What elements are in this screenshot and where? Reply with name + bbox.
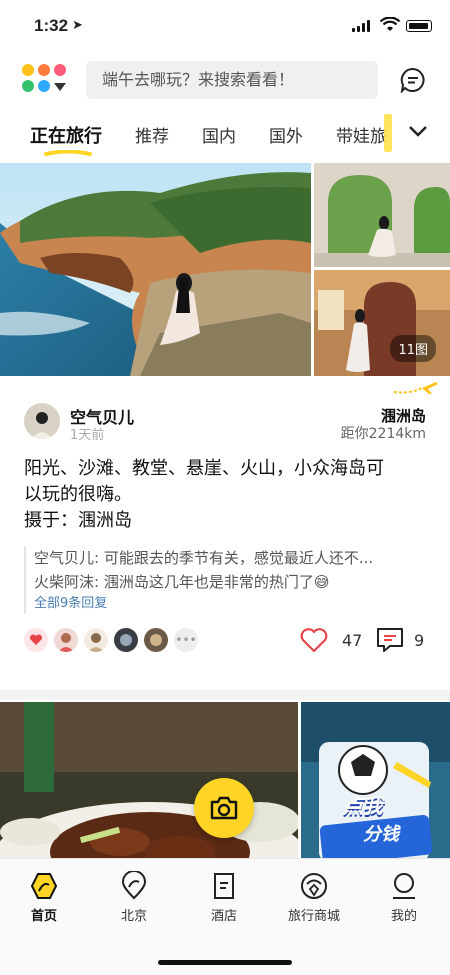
chevron-down-icon[interactable]	[408, 124, 428, 138]
photo-bottom-right[interactable]: 11图	[314, 270, 450, 376]
photo-count-badge: 11图	[390, 335, 436, 362]
photo-top-right[interactable]	[314, 163, 450, 267]
nav-label: 首页	[30, 909, 57, 924]
like-button[interactable]: 47	[300, 627, 362, 653]
post-time: 1天前	[70, 428, 105, 443]
nav-label: 旅行商城	[287, 909, 340, 924]
nav-home[interactable]: 首页	[4, 871, 84, 924]
nav-label: 北京	[120, 909, 147, 924]
avatar[interactable]	[84, 628, 108, 652]
location-arrow-icon: ➤	[72, 18, 83, 33]
profile-icon	[393, 873, 415, 899]
post-distance: 距你2214km	[340, 426, 426, 442]
status-time: 1:32	[34, 16, 69, 35]
search-row: 端午去哪玩？来搜索看看！	[0, 58, 450, 102]
more-likers-icon[interactable]: •••	[174, 628, 198, 652]
post-text-line: 阳光、沙滩、教堂、悬崖、火山，小众海岛可	[24, 458, 384, 479]
tabs-scroll-fade	[384, 114, 392, 152]
mall-icon	[301, 873, 327, 899]
tab-traveling[interactable]: 正在旅行	[30, 122, 102, 148]
nav-hotel[interactable]: 酒店	[184, 871, 264, 924]
avatar[interactable]	[114, 628, 138, 652]
user-avatar[interactable]	[24, 403, 60, 439]
nav-profile[interactable]: 我的	[364, 871, 444, 924]
nav-mall[interactable]: 旅行商城	[274, 871, 354, 924]
heart-icon	[300, 628, 328, 653]
like-count: 47	[342, 630, 363, 650]
tab-recommend[interactable]: 推荐	[135, 122, 169, 147]
message-icon[interactable]	[400, 67, 426, 93]
nav-label: 酒店	[210, 909, 237, 924]
search-input[interactable]: 端午去哪玩？来搜索看看！	[86, 61, 378, 99]
comment-item: 空气贝儿: 可能跟去的季节有关，感觉最近人还不...	[34, 549, 374, 567]
category-tabs: 正在旅行 推荐 国内 国外 带娃旅	[0, 114, 450, 164]
comment-icon	[377, 628, 403, 652]
hotel-icon	[214, 873, 234, 899]
comment-count: 9	[414, 630, 425, 650]
nav-label: 我的	[390, 909, 417, 924]
photo-main[interactable]	[0, 163, 311, 376]
bottom-nav: 首页 北京 酒店 旅行商城 我的	[0, 858, 450, 975]
avatar[interactable]	[144, 628, 168, 652]
avatar[interactable]	[54, 628, 78, 652]
all-replies-link[interactable]: 全部9条回复	[34, 594, 424, 614]
feed-divider	[0, 690, 450, 700]
tab-domestic[interactable]: 国内	[202, 122, 236, 147]
promo-banner[interactable]: 点我 分钱	[301, 702, 450, 872]
liker-avatars[interactable]: •••	[24, 628, 198, 654]
comment-preview[interactable]: 空气贝儿: 可能跟去的季节有关，感觉最近人还不... 火柴阿沫: 涠洲岛这几年也…	[24, 546, 424, 614]
post-text[interactable]: 阳光、沙滩、教堂、悬崖、火山，小众海岛可 以玩的很嗨。 摄于：涠洲岛	[24, 456, 424, 534]
status-bar: 1:32 ➤	[0, 0, 450, 50]
camera-icon	[210, 796, 238, 820]
home-indicator[interactable]	[158, 960, 292, 965]
wifi-icon	[380, 17, 400, 31]
app-menu-icon[interactable]	[22, 64, 70, 96]
camera-button[interactable]	[194, 778, 254, 838]
tab-active-indicator	[44, 150, 92, 156]
post-text-line: 以玩的很嗨。	[24, 484, 132, 505]
liker-heart-icon	[24, 628, 48, 652]
tab-family[interactable]: 带娃旅	[336, 122, 390, 147]
home-icon	[30, 873, 58, 899]
plane-icon	[393, 382, 438, 394]
promo-subtitle: 分钱	[363, 824, 399, 845]
signal-icon	[352, 20, 370, 32]
tab-abroad[interactable]: 国外	[269, 122, 303, 147]
promo-title: 点我	[343, 794, 383, 818]
battery-icon	[406, 20, 432, 32]
comment-button[interactable]: 9	[376, 627, 424, 653]
post-photos[interactable]: 11图	[0, 163, 450, 376]
photo-food[interactable]	[0, 702, 298, 872]
nav-city[interactable]: 北京	[94, 871, 174, 924]
location-icon	[121, 871, 147, 900]
comment-item: 火柴阿沫: 涠洲岛这几年也是非常的热门了😅	[34, 573, 330, 591]
post-text-line: 摄于：涠洲岛	[24, 510, 132, 531]
